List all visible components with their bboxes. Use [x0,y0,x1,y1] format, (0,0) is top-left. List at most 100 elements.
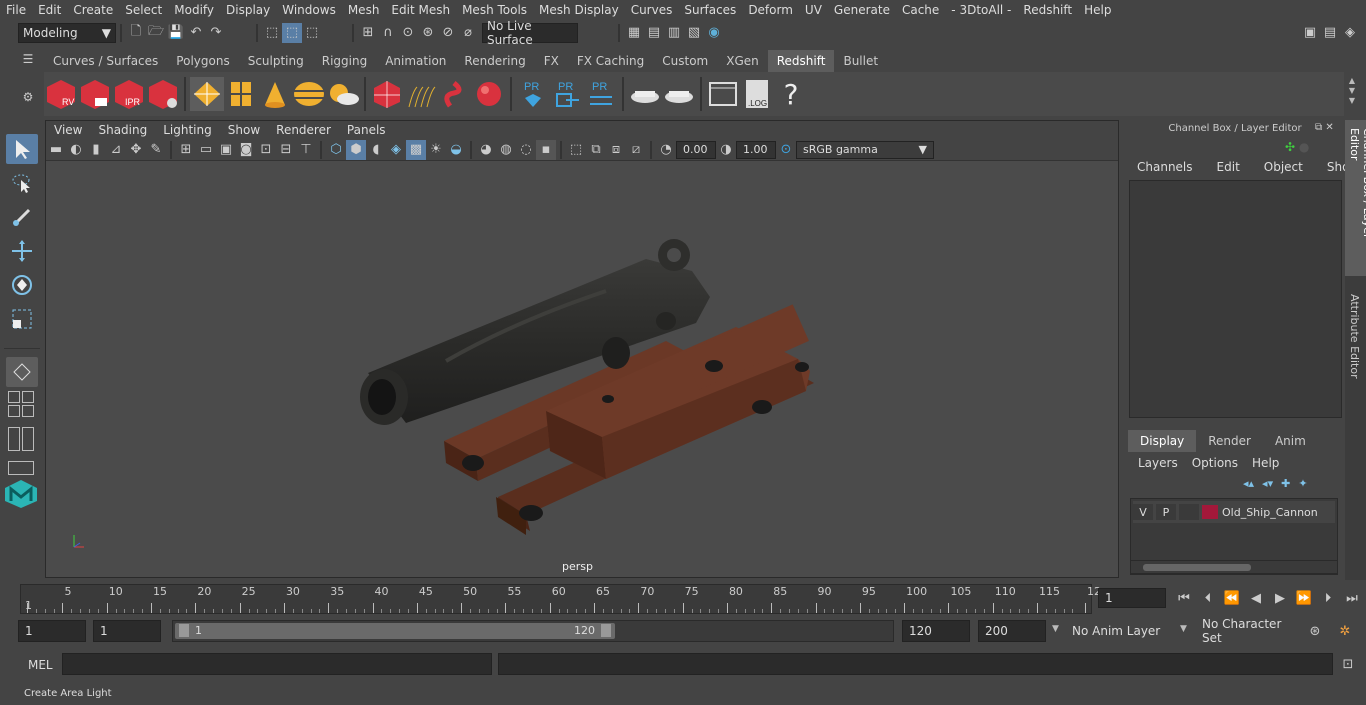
menu-deform[interactable]: Deform [742,3,799,17]
play-backward-icon[interactable]: ◀ [1246,588,1266,608]
viewport-menu-view[interactable]: View [46,123,90,137]
menu-generate[interactable]: Generate [828,3,896,17]
new-layer-icon[interactable]: ✚ [1281,477,1290,490]
select-component-icon[interactable]: ⬚ [302,23,322,43]
move-layer-up-icon[interactable]: ◂▴ [1243,477,1254,490]
menu-modify[interactable]: Modify [168,3,220,17]
snap-point-icon[interactable]: ⊙ [398,23,418,43]
select-camera-icon[interactable]: ▬ [46,140,66,160]
menu-cache[interactable]: Cache [896,3,945,17]
auto-key-icon[interactable]: ⊛ [1305,621,1325,641]
workspace-icon[interactable]: ▣ [1300,23,1320,43]
animation-prefs-icon[interactable]: ✲ [1335,621,1355,641]
lights-icon[interactable]: ☀ [426,140,446,160]
open-scene-icon[interactable]: 🗁 [146,23,166,43]
shelf-scroll-icon[interactable]: ▲ ▼ ▼ [1346,76,1358,112]
select-object-icon[interactable]: ⬚ [282,22,302,43]
tab-curves-surfaces[interactable]: Curves / Surfaces [44,50,167,72]
layout-icon[interactable]: ◈ [1340,23,1360,43]
tab-bullet[interactable]: Bullet [834,50,887,72]
current-frame-field[interactable]: 1 [1098,588,1166,608]
viewport-menu-lighting[interactable]: Lighting [155,123,220,137]
step-forward-key-icon[interactable]: ⏩ [1294,588,1314,608]
menu-redshift[interactable]: Redshift [1017,3,1078,17]
menu-create[interactable]: Create [67,3,119,17]
layer-scroll-thumb[interactable] [1143,564,1251,571]
color-space-dropdown[interactable]: sRGB gamma ▼ [796,140,934,159]
material-sphere-icon[interactable] [472,77,506,111]
tab-layer-anim[interactable]: Anim [1263,430,1318,452]
single-pane-icon[interactable] [8,391,20,403]
stacked-pane-icon[interactable] [22,405,34,417]
save-scene-icon[interactable]: 💾 [166,23,186,43]
range-slider[interactable]: 1 120 [172,620,894,642]
gamma-icon[interactable]: ◑ [716,140,736,160]
shelf-menu-icon[interactable]: ☰ [18,52,38,72]
pr-import-icon[interactable]: PR [584,77,618,111]
paint-select-tool-icon[interactable] [6,202,38,232]
menu-edit-mesh[interactable]: Edit Mesh [385,3,456,17]
menu-3dtoall[interactable]: - 3DtoAll - [945,3,1017,17]
mel-command-input[interactable] [62,653,492,675]
layer-menu-options[interactable]: Options [1185,456,1245,470]
pr-object-icon[interactable]: PR [516,77,550,111]
last-tool-icon[interactable] [6,357,38,387]
scene-end-field[interactable]: 200 [978,620,1046,642]
tab-animation[interactable]: Animation [376,50,455,72]
xray-icon[interactable]: ⧉ [586,140,606,160]
smooth-shade-icon[interactable]: ⬢ [346,139,366,160]
menu-help[interactable]: Help [1078,3,1117,17]
wireframe-icon[interactable]: ⬡ [326,140,346,160]
menu-windows[interactable]: Windows [276,3,342,17]
camera-attributes-icon[interactable]: ◐ [66,140,86,160]
menu-mesh[interactable]: Mesh [342,3,386,17]
anim-layer-dropdown[interactable]: No Anim Layer [1066,620,1174,642]
tab-fx[interactable]: FX [535,50,568,72]
proxy-icon[interactable] [370,77,404,111]
bake-set-icon[interactable] [662,77,696,111]
channel-menu-edit[interactable]: Edit [1205,160,1252,174]
move-tool-icon[interactable] [6,236,38,266]
four-pane-icon[interactable] [22,391,34,403]
render-settings-icon[interactable]: ▧ [684,23,704,43]
safe-title-icon[interactable]: ⊤ [296,140,316,160]
layer-playback-toggle[interactable]: P [1156,504,1176,520]
hypershade-icon[interactable]: ◉ [704,23,724,43]
character-set-dropdown[interactable]: No Character Set [1196,617,1298,645]
make-live-icon[interactable]: ⌀ [458,23,478,43]
gate-mask-icon[interactable]: ◙ [236,140,256,160]
channel-menu-channels[interactable]: Channels [1125,160,1205,174]
persp-outliner-icon[interactable] [22,427,34,451]
tab-polygons[interactable]: Polygons [167,50,238,72]
range-right-grip[interactable] [601,624,611,637]
portal-light-icon[interactable] [224,77,258,111]
resolution-gate-icon[interactable]: ▣ [216,140,236,160]
menu-select[interactable]: Select [119,3,168,17]
layer-visibility-toggle[interactable]: V [1133,504,1153,520]
motion-blur-icon[interactable]: ◍ [496,140,516,160]
menu-file[interactable]: File [0,3,32,17]
ambient-occlusion-icon[interactable]: ◕ [476,140,496,160]
layer-scrollbar[interactable] [1130,560,1338,574]
redshift-render-sequence-icon[interactable] [78,77,112,111]
viewport-menu-renderer[interactable]: Renderer [268,123,339,137]
field-chart-icon[interactable]: ⊡ [256,140,276,160]
pr-export-icon[interactable]: PR [550,77,584,111]
chevron-down-icon[interactable]: ▼ [1180,624,1187,634]
textured-icon[interactable]: ▩ [406,139,426,160]
playback-start-field[interactable]: 1 [93,620,161,642]
snap-projected-icon[interactable]: ⊛ [418,23,438,43]
tab-layer-display[interactable]: Display [1128,430,1197,452]
layer-row[interactable]: V P Old_Ship_Cannon [1133,501,1335,523]
tab-redshift[interactable]: Redshift [767,50,835,72]
menu-mesh-display[interactable]: Mesh Display [533,3,625,17]
step-back-key-icon[interactable]: ⏪ [1222,588,1242,608]
go-to-end-icon[interactable]: ⏭ [1342,588,1362,608]
outliner-icon[interactable] [8,427,20,451]
modeling-toolkit-icon[interactable]: ▤ [1320,23,1340,43]
anti-aliasing-icon[interactable]: ◌ [516,140,536,160]
tab-rigging[interactable]: Rigging [313,50,376,72]
exposure-field[interactable]: 0.00 [676,140,716,159]
menu-edit[interactable]: Edit [32,3,67,17]
viewport-menu-panels[interactable]: Panels [339,123,394,137]
